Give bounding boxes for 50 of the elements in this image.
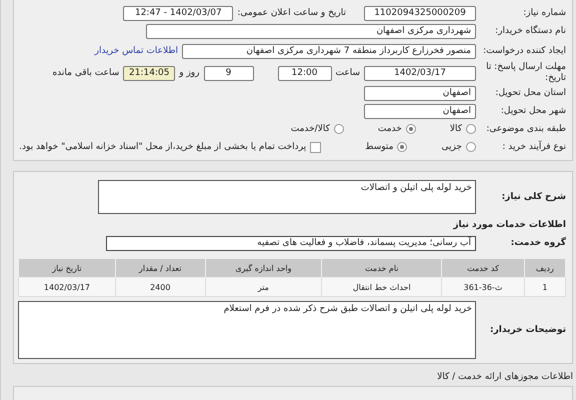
checkbox[interactable]	[310, 142, 322, 152]
field-label: شرح کلی نیاز:	[500, 192, 566, 202]
section-heading: اطلاعات خدمات مورد نیاز	[452, 220, 566, 230]
service-group-field[interactable]: آب رسانی؛ مدیریت پسماند، فاضلاب و فعالیت های تصفیه	[106, 236, 476, 250]
need-number-field[interactable]: 1102094325000209	[364, 6, 476, 20]
buyer-contact-link[interactable]: اطلاعات تماس خریدار	[94, 46, 178, 56]
column-header: کد خدمت	[442, 258, 524, 278]
field-label: نوع فرآیند خرید :	[501, 142, 566, 152]
province-field[interactable]: اصفهان	[364, 86, 476, 100]
field-label: گروه خدمت:	[510, 238, 566, 248]
radio-option[interactable]: جزیی	[441, 142, 476, 152]
field-label: طبقه بندی موضوعی:	[485, 124, 566, 134]
table-cell: متر	[205, 278, 322, 296]
radio-option[interactable]: کالا	[450, 124, 476, 134]
table-cell: 2400	[115, 278, 206, 296]
field-label: نام دستگاه خریدار:	[494, 26, 566, 36]
field-label: استان محل تحویل:	[494, 88, 566, 98]
creator-field[interactable]: منصور فخرزارع کاربرداز منطقه 7 شهرداری مرکزی اصفهان	[182, 44, 476, 58]
city-field[interactable]: اصفهان	[364, 104, 476, 118]
deadline-date-field[interactable]: 1402/03/17	[364, 66, 476, 80]
buyer-field[interactable]: شهرداری مرکزی اصفهان	[146, 24, 476, 38]
days-label: روز و	[179, 68, 200, 78]
remaining-time-field: 21:14:05	[123, 66, 176, 80]
column-header: تعداد / مقدار	[115, 258, 206, 278]
section-heading: اطلاعات مجوزهای ارائه خدمت / کالا	[436, 372, 573, 382]
announce-date-field[interactable]: 1402/03/07 - 12:47	[123, 6, 234, 20]
days-field[interactable]: 9	[204, 66, 254, 80]
radio-option[interactable]: خدمت	[378, 124, 416, 134]
buyer-notes-textarea[interactable]: خرید لوله پلی اتیلن و اتصالات طبق شرح ذکر شده در فرم استعلام	[18, 301, 476, 359]
column-header: واحد اندازه گیری	[205, 258, 322, 278]
remaining-label: ساعت باقی مانده	[52, 68, 120, 78]
field-label: توضیحات خریدار:	[489, 324, 566, 336]
field-label: تاریخ و ساعت اعلان عمومی:	[237, 8, 346, 18]
field-label: شماره نیاز:	[522, 8, 566, 18]
field-label: مهلت ارسال پاسخ: تا تاریخ:	[485, 62, 566, 84]
column-header: ردیف	[524, 258, 566, 278]
field-label: شهر محل تحویل:	[500, 106, 566, 116]
table-cell: 1402/03/17	[18, 278, 116, 296]
radio-option[interactable]: متوسط	[365, 142, 408, 152]
radio-option[interactable]: کالا/خدمت	[290, 124, 344, 134]
table-cell: احداث خط انتقال	[322, 278, 442, 296]
column-header: تاریخ نیاز	[18, 258, 116, 278]
time-label: ساعت	[336, 68, 360, 78]
field-label: ایجاد کننده درخواست:	[482, 46, 566, 56]
table-cell: ث-36-361	[442, 278, 524, 296]
summary-textarea[interactable]: خرید لوله پلی اتیلن و اتصالات	[98, 180, 476, 214]
column-header: نام خدمت	[322, 258, 442, 278]
checkbox-label: پرداخت تمام یا بخشی از مبلغ خرید،از محل "اسناد خزانه اسلامی" خواهد بود.	[19, 142, 306, 152]
time-field[interactable]: 12:00	[278, 66, 332, 80]
table-cell: 1	[524, 278, 566, 296]
